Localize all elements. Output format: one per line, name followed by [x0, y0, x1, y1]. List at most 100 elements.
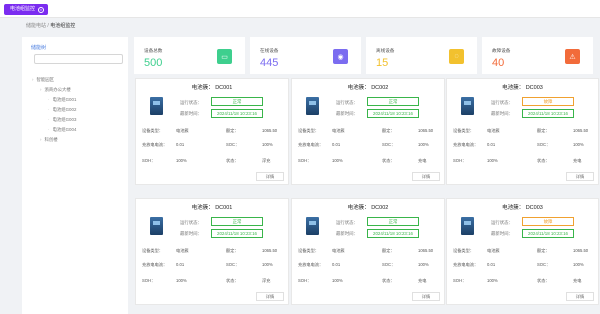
- info-label: SOH：: [453, 158, 467, 163]
- info-label: 充放电电流：: [298, 262, 324, 267]
- info-value: 1065.50: [573, 248, 589, 253]
- info-value: 100%: [262, 142, 273, 147]
- warning-icon-glyph: ⚠: [569, 53, 576, 61]
- info-value: 100%: [487, 158, 498, 163]
- info-value: 100%: [176, 278, 187, 283]
- run-state-badge: 正常: [211, 217, 263, 226]
- update-time-value: 2024/11/18 10:23:16: [367, 229, 419, 238]
- info-label: SOH：: [298, 278, 312, 283]
- info-value: 浮充: [262, 158, 271, 163]
- tree-item[interactable]: › 智能园区: [32, 77, 54, 83]
- info-label: SOH：: [142, 158, 156, 163]
- info-label: SOC：: [226, 262, 240, 267]
- stat-card: 离线设备 15 ◌: [366, 37, 477, 74]
- chevron-icon[interactable]: ›: [32, 77, 33, 82]
- battery-cluster-card: 电池簇： DC003 运行状态： 故障 最新时间： 2024/11/18 10:23:1…: [446, 198, 599, 305]
- info-label: 设备类型：: [453, 128, 474, 133]
- info-label: 状态：: [226, 278, 239, 283]
- run-state-badge: 正常: [367, 97, 419, 106]
- dot-icon: ·: [48, 127, 50, 132]
- close-icon[interactable]: ×: [38, 6, 45, 13]
- info-value: 电池簇: [332, 248, 345, 253]
- detail-button[interactable]: 详情: [412, 172, 440, 181]
- tree-item[interactable]: › 浙商办公大楼: [40, 87, 71, 93]
- update-time-label: 最新时间：: [336, 231, 358, 236]
- update-time-label: 最新时间：: [336, 111, 358, 116]
- stat-card: 在线设备 445 ◉: [250, 37, 361, 74]
- wifi-off-icon: ◌: [449, 49, 464, 64]
- run-state-label: 运行状态：: [336, 220, 358, 225]
- info-label: SOH：: [453, 278, 467, 283]
- stat-label: 故障设备: [492, 48, 511, 53]
- battery-device-icon: [306, 217, 319, 235]
- device-icon-glyph: ▭: [221, 53, 228, 61]
- battery-cluster-card: 电池簇： DC002 运行状态： 正常最新时间： 2024/11/18 10:23:1…: [291, 198, 445, 305]
- info-label: 充放电电流：: [453, 262, 479, 267]
- run-state-badge: 故障: [522, 217, 574, 226]
- breadcrumb-separator: /: [47, 23, 49, 29]
- wifi-icon: ◉: [333, 49, 348, 64]
- tree-item-label: 智能园区: [36, 77, 55, 82]
- card-title: 电池簇： DC003: [502, 85, 543, 91]
- info-value: 充电: [418, 158, 427, 163]
- tree-search-input[interactable]: [34, 54, 123, 64]
- tree-item[interactable]: · 电池组G001: [48, 97, 76, 103]
- info-value: 100%: [176, 158, 187, 163]
- tab-battery-monitor[interactable]: 电池组监控 ×: [4, 4, 49, 15]
- tree-item[interactable]: · 电池组G004: [48, 127, 76, 133]
- info-label: SOH：: [298, 158, 312, 163]
- warning-icon: ⚠: [565, 49, 580, 64]
- info-label: SOC：: [382, 262, 396, 267]
- info-label: 状态：: [537, 158, 550, 163]
- info-value: 充电: [573, 158, 582, 163]
- info-label: 设备类型：: [298, 248, 319, 253]
- detail-button[interactable]: 详情: [412, 292, 440, 301]
- info-value: 充电: [573, 278, 582, 283]
- info-value: 0.01: [176, 262, 185, 267]
- card-title: 电池簇： DC002: [347, 205, 389, 211]
- run-state-badge: 正常: [367, 217, 419, 226]
- detail-button[interactable]: 详情: [256, 172, 284, 181]
- tab-label: 电池组监控: [10, 6, 36, 12]
- battery-cluster-card: 电池簇： DC003 运行状态： 故障 最新时间： 2024/11/18 10:23:1…: [446, 78, 599, 185]
- info-value: 电池簇: [487, 128, 500, 133]
- detail-button[interactable]: 详情: [256, 292, 284, 301]
- top-bar: 电池组监控 ×: [0, 0, 600, 18]
- info-label: 额定：: [537, 248, 550, 253]
- detail-button[interactable]: 详情: [566, 292, 594, 301]
- breadcrumb: 储能电站 / 电池组监控: [26, 22, 75, 29]
- update-time-value: 2024/11/18 10:23:16: [367, 109, 419, 118]
- info-label: SOC：: [226, 142, 240, 147]
- info-label: 状态：: [226, 158, 239, 163]
- tree-item[interactable]: · 电池组G003: [48, 117, 76, 123]
- update-time-value: 2024/11/18 10:23:16: [211, 109, 263, 118]
- tree-item-label: 科创楼: [44, 137, 58, 142]
- stat-label: 设备总数: [144, 48, 163, 53]
- stat-value: 445: [260, 57, 279, 69]
- wifi-icon-glyph: ◉: [337, 53, 344, 61]
- update-time-label: 最新时间：: [491, 111, 513, 116]
- info-value: 0.01: [487, 142, 496, 147]
- detail-button[interactable]: 详情: [566, 172, 594, 181]
- info-value: 1065.50: [418, 128, 434, 133]
- stat-card: 故障设备 40 ⚠: [482, 37, 593, 74]
- update-time-value: 2024/11/18 10:23:16: [211, 229, 263, 238]
- info-label: 设备类型：: [142, 248, 163, 253]
- tree-item[interactable]: › 科创楼: [40, 137, 58, 143]
- chevron-icon[interactable]: ›: [40, 87, 41, 92]
- card-title: 电池簇： DC002: [347, 85, 389, 91]
- chevron-icon[interactable]: ›: [40, 137, 41, 142]
- wifi-off-icon-glyph: ◌: [454, 53, 459, 60]
- info-value: 电池簇: [332, 128, 345, 133]
- battery-device-icon: [306, 97, 319, 115]
- info-label: 设备类型：: [298, 128, 319, 133]
- tree-item[interactable]: · 电池组G002: [48, 107, 76, 113]
- info-label: 设备类型：: [453, 248, 474, 253]
- breadcrumb-home[interactable]: 储能电站: [26, 23, 46, 29]
- card-title: 电池簇： DC001: [191, 205, 233, 211]
- info-value: 100%: [573, 262, 584, 267]
- stat-value: 500: [144, 57, 163, 69]
- info-value: 1065.50: [418, 248, 434, 253]
- info-value: 1065.50: [262, 128, 278, 133]
- info-label: 状态：: [537, 278, 550, 283]
